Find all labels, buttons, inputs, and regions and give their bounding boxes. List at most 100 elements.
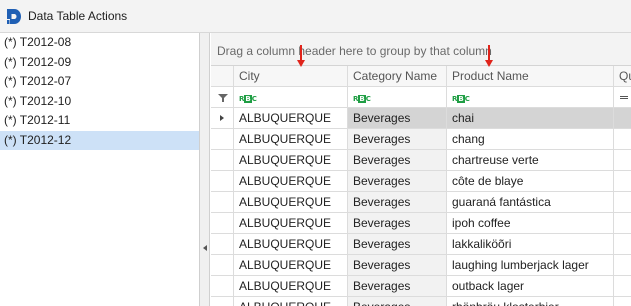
row-indicator-cell [211, 213, 234, 233]
cell-category[interactable]: Beverages [348, 297, 447, 306]
table-row[interactable]: ALBUQUERQUE Beverages chang [211, 129, 631, 150]
cell-product[interactable]: rhönbräu klosterbier [447, 297, 614, 306]
auto-filter-row: RBC RBC RBC [211, 87, 631, 108]
cell-category[interactable]: Beverages [348, 234, 447, 254]
row-indicator-cell [211, 108, 234, 128]
cell-city[interactable]: ALBUQUERQUE [234, 171, 348, 191]
cell-city[interactable]: ALBUQUERQUE [234, 150, 348, 170]
row-indicator-cell [211, 192, 234, 212]
filter-cell-product-name[interactable]: RBC [447, 87, 614, 107]
cell-city[interactable]: ALBUQUERQUE [234, 297, 348, 306]
list-item[interactable]: (*) T2012-11 [0, 111, 199, 131]
row-indicator-cell [211, 255, 234, 275]
table-row[interactable]: ALBUQUERQUE Beverages ipoh coffee [211, 213, 631, 234]
filter-funnel-stem [222, 98, 224, 102]
filter-cell-quantity[interactable] [614, 87, 631, 107]
cell-quantity[interactable] [614, 276, 631, 296]
text-filter-icon[interactable]: RBC [353, 95, 371, 103]
column-header-product-name[interactable]: Product Name [447, 66, 614, 86]
table-row[interactable]: ALBUQUERQUE Beverages lakkaliköõri [211, 234, 631, 255]
cell-category[interactable]: Beverages [348, 276, 447, 296]
cell-product[interactable]: chai [447, 108, 614, 128]
panel-splitter[interactable] [200, 33, 210, 306]
cell-city[interactable]: ALBUQUERQUE [234, 129, 348, 149]
list-item[interactable]: (*) T2012-08 [0, 33, 199, 53]
table-row[interactable]: ALBUQUERQUE Beverages chartreuse verte [211, 150, 631, 171]
cell-category[interactable]: Beverages [348, 213, 447, 233]
cell-product[interactable]: guaraná fantástica [447, 192, 614, 212]
column-header-category-name[interactable]: Category Name [348, 66, 447, 86]
cell-category[interactable]: Beverages [348, 171, 447, 191]
row-indicator-cell [211, 297, 234, 306]
cell-city[interactable]: ALBUQUERQUE [234, 234, 348, 254]
cell-product[interactable]: chang [447, 129, 614, 149]
cell-product[interactable]: laughing lumberjack lager [447, 255, 614, 275]
cell-category[interactable]: Beverages [348, 108, 447, 128]
filter-badge-b: B [457, 95, 465, 103]
cell-product[interactable]: côte de blaye [447, 171, 614, 191]
filter-cell-city[interactable]: RBC [234, 87, 348, 107]
column-header-city[interactable]: City [234, 66, 348, 86]
text-filter-icon[interactable]: RBC [239, 95, 257, 103]
cell-city[interactable]: ALBUQUERQUE [234, 192, 348, 212]
cell-city[interactable]: ALBUQUERQUE [234, 108, 348, 128]
title-bar: Data Table Actions [0, 0, 631, 33]
list-item[interactable]: (*) T2012-09 [0, 53, 199, 73]
column-header-row: City Category Name Product Name Qu [211, 66, 631, 87]
row-indicator-cell [211, 171, 234, 191]
cell-category[interactable]: Beverages [348, 255, 447, 275]
cell-category[interactable]: Beverages [348, 150, 447, 170]
table-row[interactable]: ALBUQUERQUE Beverages laughing lumberjac… [211, 255, 631, 276]
group-panel-hint: Drag a column header here to group by th… [217, 44, 492, 58]
cell-quantity[interactable] [614, 150, 631, 170]
row-indicator-cell [211, 234, 234, 254]
cell-product[interactable]: chartreuse verte [447, 150, 614, 170]
group-by-panel[interactable]: Drag a column header here to group by th… [211, 33, 631, 66]
cell-quantity[interactable] [614, 213, 631, 233]
list-item-selected[interactable]: (*) T2012-12 [0, 130, 199, 150]
table-row[interactable]: ALBUQUERQUE Beverages guaraná fantástica [211, 192, 631, 213]
cell-quantity[interactable] [614, 129, 631, 149]
filter-badge-c: C [365, 95, 371, 103]
list-item[interactable]: (*) T2012-10 [0, 92, 199, 112]
table-row[interactable]: ALBUQUERQUE Beverages côte de blaye [211, 171, 631, 192]
row-indicator-cell [211, 276, 234, 296]
data-grid: Drag a column header here to group by th… [211, 33, 631, 306]
list-item[interactable]: (*) T2012-07 [0, 72, 199, 92]
cell-quantity[interactable] [614, 234, 631, 254]
current-row-arrow-icon [220, 115, 224, 121]
row-indicator-cell [211, 150, 234, 170]
window-title: Data Table Actions [28, 9, 128, 23]
annotation-arrow-icon [297, 45, 305, 67]
filter-badge-c: C [464, 95, 470, 103]
column-header-quantity[interactable]: Qu [614, 66, 631, 86]
filter-cell-category-name[interactable]: RBC [348, 87, 447, 107]
cell-quantity[interactable] [614, 192, 631, 212]
cell-quantity[interactable] [614, 255, 631, 275]
filter-badge-c: C [251, 95, 257, 103]
cell-city[interactable]: ALBUQUERQUE [234, 255, 348, 275]
equals-filter-icon[interactable] [620, 96, 628, 99]
cell-category[interactable]: Beverages [348, 192, 447, 212]
cell-product[interactable]: lakkaliköõri [447, 234, 614, 254]
collapse-left-arrow-icon[interactable] [203, 245, 207, 251]
filter-badge-b: B [358, 95, 366, 103]
header-corner [211, 66, 234, 86]
filter-row-indicator [211, 87, 234, 107]
row-indicator-cell [211, 129, 234, 149]
annotation-arrow-icon [485, 45, 493, 67]
cell-quantity[interactable] [614, 171, 631, 191]
cell-city[interactable]: ALBUQUERQUE [234, 276, 348, 296]
app-logo-icon [5, 7, 23, 26]
cell-quantity[interactable] [614, 108, 631, 128]
cell-quantity[interactable] [614, 297, 631, 306]
cell-category[interactable]: Beverages [348, 129, 447, 149]
text-filter-icon[interactable]: RBC [452, 95, 470, 103]
table-row[interactable]: ALBUQUERQUE Beverages chai [211, 108, 631, 129]
cell-product[interactable]: ipoh coffee [447, 213, 614, 233]
cell-product[interactable]: outback lager [447, 276, 614, 296]
filter-badge-b: B [244, 95, 252, 103]
table-row[interactable]: ALBUQUERQUE Beverages outback lager [211, 276, 631, 297]
cell-city[interactable]: ALBUQUERQUE [234, 213, 348, 233]
table-row[interactable]: ALBUQUERQUE Beverages rhönbräu klosterbi… [211, 297, 631, 306]
